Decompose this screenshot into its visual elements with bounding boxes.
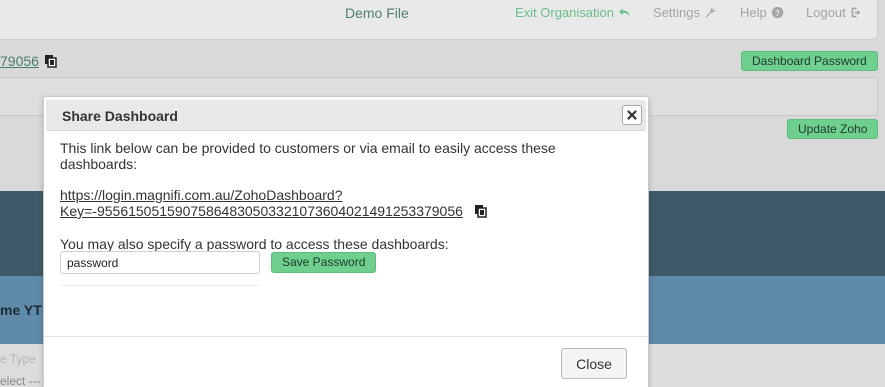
question-circle-icon: ? bbox=[771, 6, 783, 19]
divider bbox=[60, 285, 260, 286]
copy-icon[interactable] bbox=[474, 204, 488, 218]
modal-header: Share Dashboard bbox=[46, 100, 646, 131]
select-dropdown[interactable]: elect --- bbox=[0, 374, 41, 387]
exit-organisation-link[interactable]: Exit Organisation bbox=[515, 5, 631, 20]
undo-icon bbox=[618, 8, 630, 17]
file-name: Demo File bbox=[345, 5, 409, 21]
modal-close-button[interactable] bbox=[622, 105, 642, 125]
top-bar: Demo File Exit Organisation Settings Hel… bbox=[0, 0, 878, 40]
banner-text: me YT bbox=[0, 302, 42, 318]
help-label: Help bbox=[740, 5, 767, 20]
dashboard-share-link[interactable]: https://login.magnifi.com.au/ZohoDashboa… bbox=[60, 187, 500, 219]
modal-title: Share Dashboard bbox=[62, 108, 178, 124]
dashboard-key-link[interactable]: 79056 bbox=[0, 53, 39, 69]
help-link[interactable]: Help ? bbox=[740, 5, 784, 20]
logout-label: Logout bbox=[806, 5, 846, 20]
settings-label: Settings bbox=[653, 5, 700, 20]
svg-text:?: ? bbox=[775, 9, 780, 18]
type-label: e Type bbox=[0, 352, 36, 366]
share-description: This link below can be provided to custo… bbox=[60, 140, 556, 172]
share-link-line-2: Key=-95561505159075864830503321073604021… bbox=[60, 203, 463, 219]
dashboard-password-button[interactable]: Dashboard Password bbox=[741, 51, 878, 71]
update-zoho-button[interactable]: Update Zoho bbox=[787, 119, 879, 139]
sign-out-icon bbox=[851, 7, 861, 18]
close-button[interactable]: Close bbox=[561, 348, 627, 379]
logout-link[interactable]: Logout bbox=[806, 5, 863, 20]
password-label: You may also specify a password to acces… bbox=[60, 236, 449, 252]
save-password-button[interactable]: Save Password bbox=[271, 252, 377, 273]
exit-organisation-label: Exit Organisation bbox=[515, 5, 614, 20]
wrench-icon bbox=[705, 7, 716, 18]
share-dashboard-modal: Share Dashboard This link below can be p… bbox=[43, 96, 649, 387]
share-link-line-1: https://login.magnifi.com.au/ZohoDashboa… bbox=[60, 187, 343, 203]
modal-footer-divider bbox=[44, 336, 648, 337]
close-icon bbox=[627, 110, 637, 120]
copy-icon[interactable] bbox=[44, 54, 58, 68]
password-input[interactable] bbox=[60, 251, 260, 274]
settings-link[interactable]: Settings bbox=[653, 5, 717, 20]
